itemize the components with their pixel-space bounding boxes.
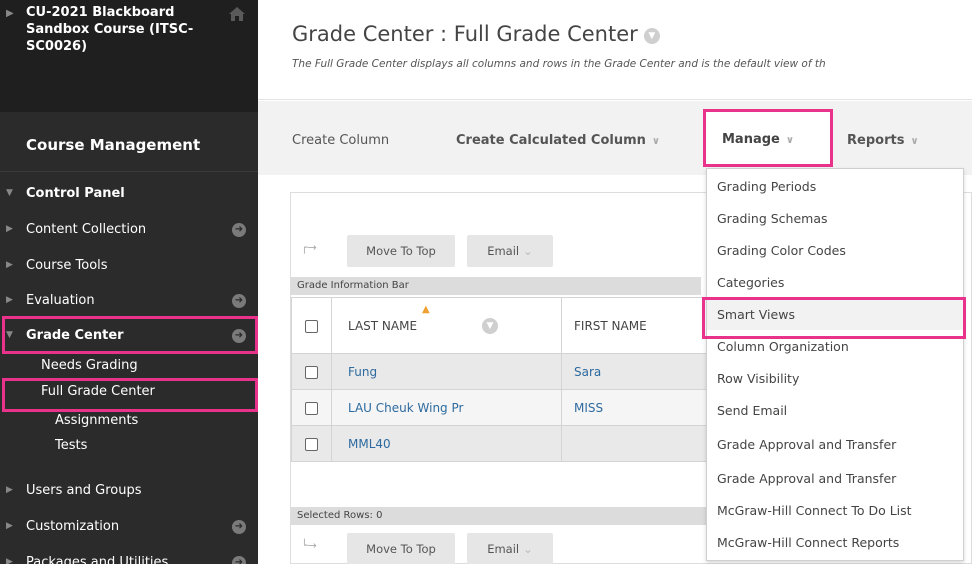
sidebar-item-label: Control Panel	[26, 186, 125, 201]
chevron-down-icon: ∨	[785, 135, 794, 146]
last-name-cell: MML40	[331, 425, 562, 462]
last-name-header[interactable]: ▲ LAST NAME ▼	[331, 297, 562, 354]
grade-center-highlight	[2, 316, 258, 354]
first-name-link[interactable]: Sara	[574, 365, 601, 379]
page-title-text: Grade Center : Full Grade Center	[292, 22, 638, 46]
menu-item-mcgraw-hill-reports[interactable]: McGraw-Hill Connect Reports	[707, 527, 963, 558]
sidebar-item-control-panel[interactable]: ▼ Control Panel	[0, 177, 258, 211]
row-checkbox[interactable]	[305, 437, 318, 451]
last-name-cell: LAU Cheuk Wing Pr	[331, 389, 562, 426]
row-select-cell	[291, 389, 332, 426]
row-checkbox[interactable]	[305, 401, 318, 415]
manage-button[interactable]: Manage ∨	[703, 109, 833, 167]
grade-information-bar: Grade Information Bar	[291, 277, 701, 295]
go-arrow-icon[interactable]: ➜	[232, 294, 246, 308]
email-label: Email	[487, 542, 520, 556]
sidebar-item-label: Customization	[26, 519, 120, 534]
action-bar: Create Column Create Calculated Column ∨ …	[258, 101, 972, 175]
sort-ascending-icon: ▲	[422, 304, 430, 315]
collapsed-triangle-icon: ▶	[6, 521, 13, 531]
last-name-link[interactable]: LAU Cheuk Wing Pr	[348, 401, 463, 415]
sidebar-subitem-needs-grading[interactable]: Needs Grading	[41, 358, 138, 373]
sidebar-item-users-and-groups[interactable]: ▶ Users and Groups	[0, 474, 258, 508]
chevron-down-icon: ∨	[910, 136, 919, 147]
collapsed-triangle-icon: ▶	[6, 485, 13, 495]
page-header: Grade Center : Full Grade Center ▼ The Fu…	[258, 0, 972, 100]
move-arrow-icon: └→	[301, 539, 317, 552]
row-select-cell	[291, 425, 332, 462]
chevron-down-icon: ⌄	[523, 542, 533, 556]
sidebar-item-label: Evaluation	[26, 293, 95, 308]
select-all-checkbox[interactable]	[305, 319, 318, 333]
go-arrow-icon[interactable]: ➜	[232, 520, 246, 534]
menu-item-grading-periods[interactable]: Grading Periods	[707, 171, 963, 202]
chevron-down-icon: ∨	[651, 136, 661, 147]
manage-label: Manage	[722, 132, 780, 147]
collapsed-triangle-icon: ▶	[6, 260, 13, 270]
row-select-cell	[291, 353, 332, 390]
move-arrow-icon: ┌→	[301, 241, 317, 254]
go-arrow-icon[interactable]: ➜	[232, 223, 246, 237]
column-header-label: FIRST NAME	[574, 318, 647, 333]
menu-item-grading-schemas[interactable]: Grading Schemas	[707, 203, 963, 234]
chevron-down-icon: ⌄	[523, 244, 533, 258]
last-name-link[interactable]: Fung	[348, 365, 377, 379]
move-to-top-button[interactable]: Move To Top	[347, 235, 455, 267]
email-button[interactable]: Email ⌄	[467, 235, 553, 267]
sidebar-item-course-tools[interactable]: ▶ Course Tools	[0, 249, 258, 283]
move-to-top-button-bottom[interactable]: Move To Top	[347, 533, 455, 564]
menu-item-grade-approval-and-transfer[interactable]: Grade Approval and Transfer	[707, 429, 963, 460]
sidebar-item-evaluation[interactable]: ▶ Evaluation ➜	[0, 284, 258, 318]
expanded-triangle-icon: ▼	[6, 188, 13, 198]
collapsed-triangle-icon: ▶	[6, 295, 13, 305]
sidebar-subitem-assignments[interactable]: Assignments	[55, 413, 138, 428]
reports-button[interactable]: Reports ∨	[847, 133, 919, 148]
sidebar-item-label: Content Collection	[26, 222, 147, 237]
sidebar-item-label: Users and Groups	[26, 483, 142, 498]
menu-item-mcgraw-hill-to-do-list[interactable]: McGraw-Hill Connect To Do List	[707, 495, 963, 526]
sidebar-item-packages-and-utilities[interactable]: ▶ Packages and Utilities ➜	[0, 546, 258, 564]
full-grade-center-highlight	[2, 378, 258, 412]
menu-item-send-email[interactable]: Send Email	[707, 395, 963, 426]
create-column-button[interactable]: Create Column	[292, 133, 389, 148]
course-expand-icon[interactable]: ▶	[6, 8, 14, 19]
sidebar-item-content-collection[interactable]: ▶ Content Collection ➜	[0, 213, 258, 247]
collapsed-triangle-icon: ▶	[6, 557, 13, 564]
course-management-title: Course Management	[26, 136, 201, 154]
column-header-label: LAST NAME	[348, 318, 418, 333]
home-icon[interactable]	[228, 6, 246, 22]
page-title: Grade Center : Full Grade Center ▼	[292, 22, 660, 46]
sidebar-item-label: Packages and Utilities	[26, 555, 169, 564]
course-header: ▶ CU-2021 Blackboard Sandbox Course (ITS…	[0, 0, 258, 112]
course-management-header: Course Management	[0, 112, 258, 172]
row-checkbox[interactable]	[305, 365, 318, 379]
sidebar-item-label: Course Tools	[26, 258, 108, 273]
last-name-link[interactable]: MML40	[348, 437, 391, 451]
sidebar-subitem-tests[interactable]: Tests	[55, 438, 87, 453]
chevron-down-icon[interactable]: ▼	[643, 28, 660, 44]
create-calculated-column-button[interactable]: Create Calculated Column ∨	[456, 133, 660, 148]
menu-item-categories[interactable]: Categories	[707, 267, 963, 298]
chevron-down-icon[interactable]: ▼	[482, 318, 498, 334]
email-label: Email	[487, 244, 520, 258]
course-sidebar: ▶ CU-2021 Blackboard Sandbox Course (ITS…	[0, 0, 258, 564]
create-calculated-column-label: Create Calculated Column	[456, 133, 646, 148]
smart-views-highlight	[702, 297, 966, 339]
manage-dropdown-menu: Grading Periods Grading Schemas Grading …	[706, 168, 964, 561]
menu-item-grading-color-codes[interactable]: Grading Color Codes	[707, 235, 963, 266]
last-name-cell: Fung	[331, 353, 562, 390]
email-button-bottom[interactable]: Email ⌄	[467, 533, 553, 564]
collapsed-triangle-icon: ▶	[6, 224, 13, 234]
first-name-link[interactable]: MISS	[574, 401, 603, 415]
page-subtitle: The Full Grade Center displays all colum…	[292, 58, 826, 70]
go-arrow-icon[interactable]: ➜	[232, 556, 246, 564]
reports-label: Reports	[847, 133, 905, 148]
menu-item-grade-approval-and-transfer-2[interactable]: Grade Approval and Transfer	[707, 463, 963, 494]
menu-item-row-visibility[interactable]: Row Visibility	[707, 363, 963, 394]
select-all-cell	[291, 297, 332, 354]
course-title[interactable]: CU-2021 Blackboard Sandbox Course (ITSC-…	[26, 4, 216, 55]
sidebar-item-customization[interactable]: ▶ Customization ➜	[0, 510, 258, 544]
